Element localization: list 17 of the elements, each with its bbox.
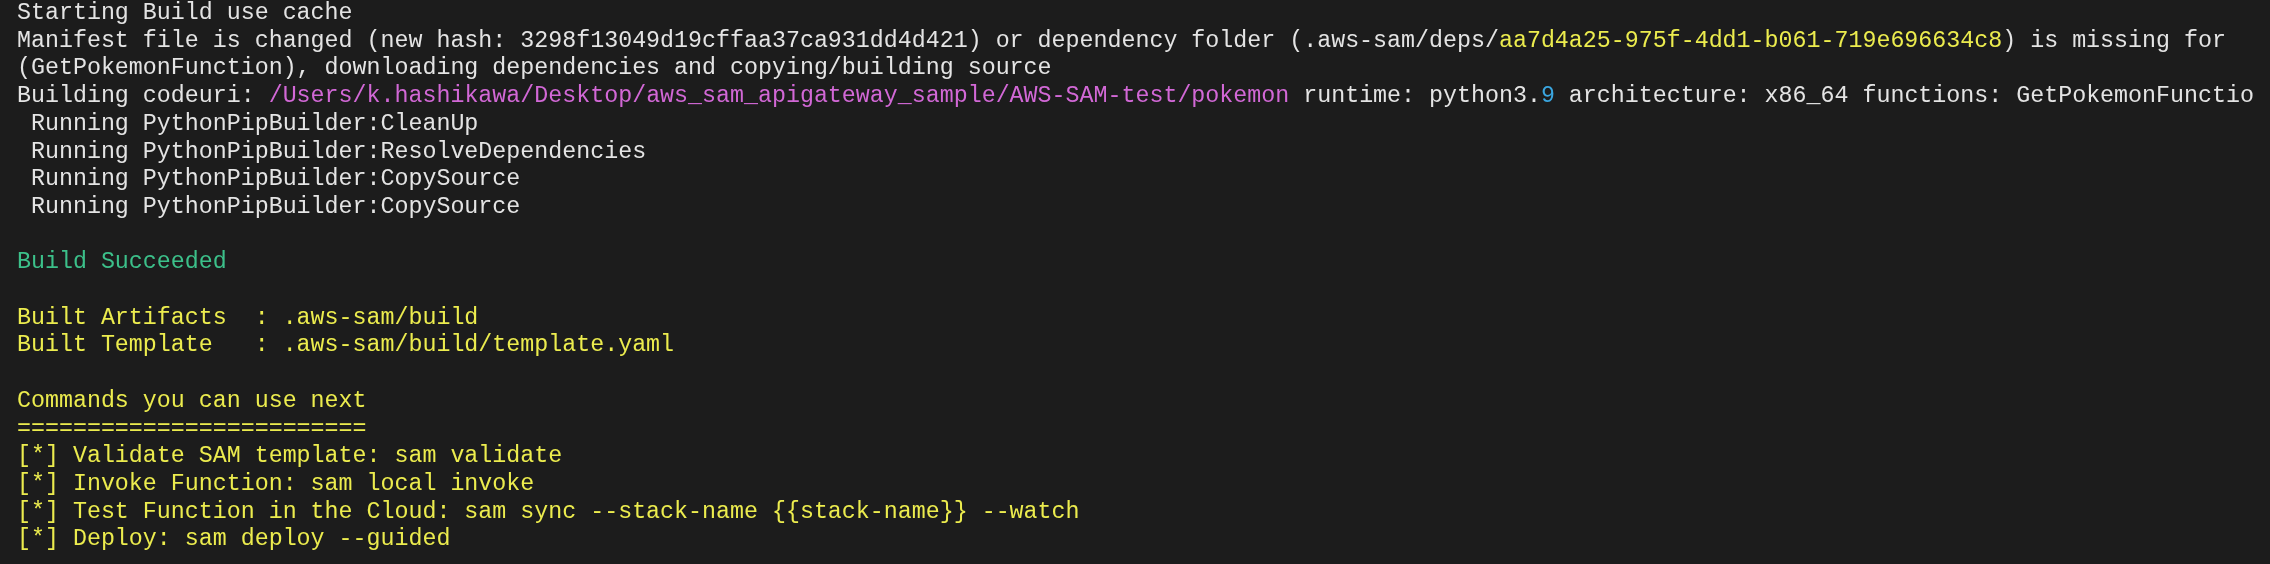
terminal-line: Built Artifacts : .aws-sam/build bbox=[17, 304, 479, 333]
terminal-line: Manifest file is changed (new hash: 3298f13049d19cffaa37ca931dd4d421) or dependency folder (.aws-sam/deps/aa7d4a25-975f-4dd1-b061-719e696634c8) is missing for bbox=[17, 27, 2226, 56]
terminal-line: [*] Validate SAM template: sam validate bbox=[17, 443, 563, 471]
terminal-line: Running PythonPipBuilder:CopySource bbox=[29, 166, 521, 194]
terminal-line: Starting Build use cache bbox=[17, 0, 353, 28]
terminal-line: Built Template : .aws-sam/build/template.yaml bbox=[17, 332, 675, 361]
terminal-line: Build Succeeded bbox=[17, 249, 227, 277]
terminal-line: Building codeuri: /Users/k.hashikawa/Desktop/aws_sam_apigateway_sample/AWS-SAM-test/pokemon runtime: python3.9 architecture: x86_64 functions: GetPokemonFunctio bbox=[17, 83, 2254, 111]
terminal-line: [*] Deploy: sam deploy --guided bbox=[17, 526, 451, 554]
terminal-line: Running PythonPipBuilder:CleanUp bbox=[29, 110, 479, 139]
terminal-line: (GetPokemonFunction), downloading dependencies and copying/building source bbox=[17, 55, 1052, 84]
terminal-line: [*] Test Function in the Cloud: sam sync --stack-name {{stack-name}} --watch bbox=[17, 498, 1080, 527]
terminal-line: Commands you can use next bbox=[17, 387, 367, 416]
terminal-line: Running PythonPipBuilder:CopySource bbox=[29, 193, 521, 222]
terminal-line: ========================= bbox=[17, 415, 367, 444]
terminal-line: Running PythonPipBuilder:ResolveDependencies bbox=[29, 138, 647, 167]
terminal-line: [*] Invoke Function: sam local invoke bbox=[17, 470, 535, 499]
